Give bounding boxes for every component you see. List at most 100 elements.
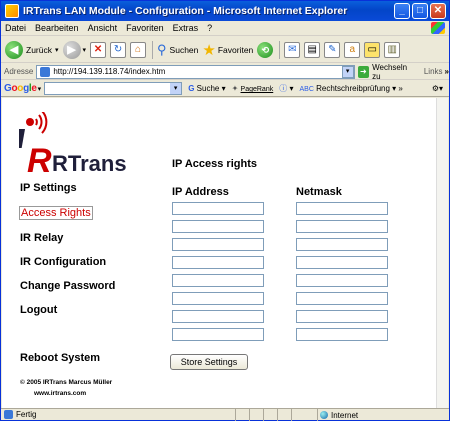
google-logo[interactable]: Google [4, 83, 37, 94]
windows-logo-icon [431, 22, 445, 34]
store-settings-button[interactable]: Store Settings [170, 354, 248, 370]
menu-bearbeiten[interactable]: Bearbeiten [35, 23, 79, 33]
nav-ir-relay[interactable]: IR Relay [20, 232, 63, 244]
column-header-netmask: Netmask [296, 186, 342, 198]
search-button[interactable]: ⚲ Suchen [157, 42, 198, 58]
ie-app-icon [5, 4, 19, 18]
search-icon: ⚲ [157, 41, 167, 57]
maximize-button[interactable]: □ [412, 3, 428, 19]
title-bar: IRTrans LAN Module - Configuration - Mic… [1, 1, 449, 21]
ip-address-input[interactable] [172, 328, 264, 341]
toolbar: ◀ Zurück ▾ ▶ ▾ ✕ ↻ ⌂ ⚲ Suchen ★ Favorite… [1, 37, 449, 63]
netmask-input[interactable] [296, 202, 388, 215]
google-toolbar: Google ▾ ▾ G Suche ▾ ✦ PageRank ⓘ ▾ ABC … [1, 81, 449, 97]
favorites-star-icon: ★ [202, 41, 216, 59]
nav-reboot-system[interactable]: Reboot System [20, 352, 100, 364]
google-search-input[interactable]: ▾ [44, 82, 183, 95]
close-button[interactable]: ✕ [430, 3, 446, 19]
ip-address-input[interactable] [172, 310, 264, 323]
info-button[interactable]: ⓘ ▾ [279, 83, 293, 94]
toolbar-separator [152, 40, 154, 59]
stop-icon[interactable]: ✕ [90, 41, 107, 58]
spellcheck-icon: ABC [299, 86, 314, 93]
ip-address-input[interactable] [172, 292, 264, 305]
nav-change-password[interactable]: Change Password [20, 280, 115, 292]
mail-icon[interactable]: ✉ [284, 41, 301, 58]
menu-extras[interactable]: Extras [173, 23, 199, 33]
back-dropdown-icon[interactable]: ▾ [55, 46, 59, 54]
go-arrow-icon[interactable]: ➜ [357, 65, 370, 78]
forward-button[interactable]: ▶ ▾ [62, 40, 87, 59]
vertical-scrollbar[interactable] [436, 98, 448, 410]
spellcheck-button[interactable]: ABC Rechtschreibprüfung ▾ » [299, 84, 402, 93]
ip-address-input[interactable] [172, 202, 264, 215]
address-input[interactable]: http://194.139.118.74/index.htm ▾ [36, 64, 355, 79]
nav-logout[interactable]: Logout [20, 304, 57, 316]
links-button[interactable]: Links [424, 67, 443, 76]
google-search-label: Suche [196, 84, 220, 93]
status-text: Fertig [16, 410, 37, 419]
refresh-icon[interactable]: ↻ [110, 41, 127, 58]
address-dropdown-icon[interactable]: ▾ [341, 65, 354, 78]
website-link[interactable]: www.irtrans.com [20, 388, 112, 399]
nav-ir-configuration[interactable]: IR Configuration [20, 256, 106, 268]
google-menu-dropdown-icon[interactable]: ▾ [38, 85, 42, 93]
translate-icon[interactable]: a [344, 41, 361, 58]
nav-access-rights[interactable]: Access Rights [19, 206, 93, 220]
spellcheck-label: Rechtschreibprüfung [316, 84, 390, 93]
back-label: Zurück [26, 44, 52, 55]
toolbar-separator [279, 40, 281, 59]
pagerank-indicator[interactable]: ✦ PageRank [232, 84, 274, 93]
print-icon[interactable]: ▤ [304, 41, 321, 58]
ip-address-input[interactable] [172, 256, 264, 269]
netmask-input[interactable] [296, 238, 388, 251]
menu-bar: Datei Bearbeiten Ansicht Favoriten Extra… [1, 21, 449, 36]
favorites-label: Favoriten [217, 44, 254, 55]
netmask-input[interactable] [296, 274, 388, 287]
page-title: IP Access rights [172, 158, 257, 170]
pagerank-icon: ✦ [231, 84, 239, 93]
ip-address-input[interactable] [172, 238, 264, 251]
nav-ip-settings[interactable]: IP Settings [20, 182, 77, 194]
address-label: Adresse [4, 67, 34, 76]
menu-help[interactable]: ? [207, 23, 212, 33]
menu-ansicht[interactable]: Ansicht [88, 23, 118, 33]
ip-address-input[interactable] [172, 220, 264, 233]
google-settings-icon[interactable]: ⚙▾ [432, 84, 443, 93]
status-bar: Fertig Internet [1, 408, 449, 421]
menu-favoriten[interactable]: Favoriten [126, 23, 164, 33]
netmask-input[interactable] [296, 328, 388, 341]
netmask-input[interactable] [296, 220, 388, 233]
netmask-input[interactable] [296, 310, 388, 323]
browser-window: IRTrans LAN Module - Configuration - Mic… [0, 0, 450, 421]
copyright-notice: © 2005 IRTrans Marcus Müller www.irtrans… [20, 377, 112, 399]
forward-dropdown-icon[interactable]: ▾ [83, 46, 87, 54]
favorites-button[interactable]: ★ Favoriten [202, 41, 253, 59]
copyright-text: © 2005 IRTrans Marcus Müller [20, 379, 113, 386]
search-label: Suchen [169, 44, 199, 55]
page-icon [40, 66, 51, 77]
forward-arrow-icon: ▶ [62, 40, 81, 59]
menu-datei[interactable]: Datei [5, 23, 26, 33]
folder-icon[interactable]: ▭ [364, 41, 381, 58]
chevron-right-icon[interactable]: » [445, 67, 449, 76]
ip-address-input[interactable] [172, 274, 264, 287]
edit-icon[interactable]: ✎ [324, 41, 341, 58]
svg-text:R: R [27, 142, 52, 174]
status-panes [235, 409, 305, 421]
back-button[interactable]: ◀ Zurück ▾ [5, 40, 59, 59]
netmask-input[interactable] [296, 256, 388, 269]
page-content: R RTrans IP Access rights IP Settings Ac… [2, 98, 436, 410]
pagerank-label: PageRank [240, 86, 274, 93]
minimize-button[interactable]: _ [394, 3, 410, 19]
back-arrow-icon: ◀ [5, 40, 23, 59]
google-search-button[interactable]: G Suche ▾ [188, 84, 225, 93]
netmask-input[interactable] [296, 292, 388, 305]
go-button[interactable]: Wechseln zu [372, 63, 416, 81]
zone-label: Internet [331, 410, 359, 420]
research-icon[interactable]: ▥ [384, 41, 401, 58]
home-icon[interactable]: ⌂ [130, 41, 147, 58]
window-title: IRTrans LAN Module - Configuration - Mic… [23, 5, 348, 17]
google-search-dropdown-icon[interactable]: ▾ [170, 83, 182, 94]
history-icon[interactable]: ⟲ [257, 41, 274, 58]
